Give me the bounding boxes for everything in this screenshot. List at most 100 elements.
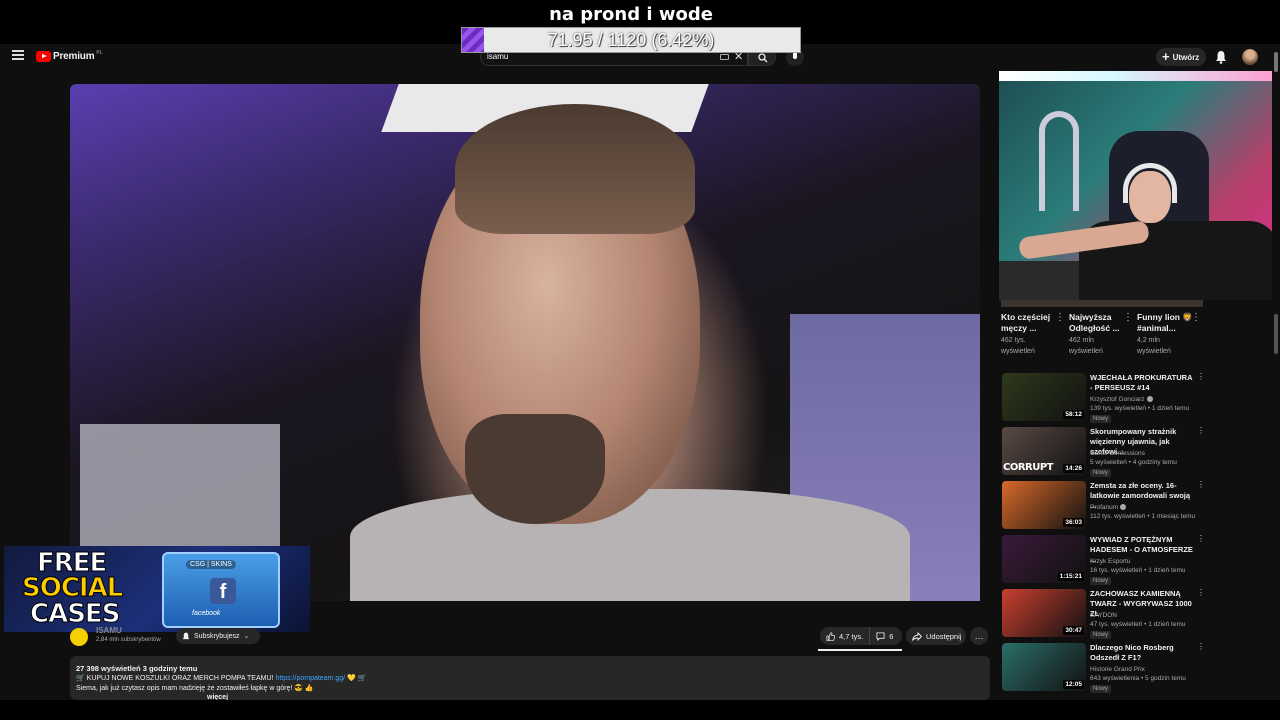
video-duration: 1:15:21: [1057, 572, 1084, 581]
like-button[interactable]: 4,7 tys.: [820, 627, 871, 645]
channel-name[interactable]: Profanum: [1090, 504, 1127, 511]
verified-icon: [1120, 504, 1127, 511]
screen: Premium PL isamu ✕ + Utwórz na prond i w…: [0, 0, 1280, 720]
channel-name-text: Cartel Confessions: [1090, 450, 1145, 457]
short-views: 462 tys.: [1001, 337, 1026, 344]
video-stats: 139 tys. wyświetleń • 1 dzień temu: [1090, 405, 1190, 412]
shorts-row: Kto częściej męczy ... 462 tys. wyświetl…: [1001, 312, 1203, 360]
video-thumbnail[interactable]: 1:15:21: [1002, 535, 1086, 583]
lamp: [1039, 111, 1079, 211]
channel-name-text: Historie Grand Prix: [1090, 666, 1145, 673]
description-link[interactable]: https://pompateam.gg/: [275, 675, 345, 682]
like-count: 4,7 tys.: [839, 631, 864, 641]
keyboard-icon[interactable]: [720, 54, 729, 60]
facebook-icon: f: [210, 578, 236, 604]
shorts-thumbnail-strip[interactable]: [1001, 300, 1203, 307]
led-strip: [999, 71, 1280, 81]
youtube-logo[interactable]: Premium PL: [36, 49, 103, 62]
video-stats: 47 tys. wyświetleń • 1 dzień temu: [1090, 621, 1186, 628]
video-thumbnail[interactable]: 12:05: [1002, 643, 1086, 691]
video-title[interactable]: Dlaczego Nico Rosberg Odszedł Z F1?: [1090, 643, 1194, 663]
recommendation-item[interactable]: 36:03 Zemsta za złe oceny. 16-latkowie za…: [1002, 481, 1205, 531]
more-options-icon[interactable]: ⋮: [1191, 313, 1201, 323]
channel-name-text: SAYDON: [1090, 612, 1117, 619]
share-label: Udostępnij: [926, 631, 962, 641]
ad-line-cases: CASES: [29, 599, 120, 630]
recommendation-item[interactable]: 1:15:21 WYWIAD Z POTĘŻNYM HADESEM - O ATM…: [1002, 535, 1205, 585]
new-badge: Nowy: [1090, 469, 1112, 477]
subscribe-label: Subskrybujesz: [194, 632, 240, 640]
more-actions-icon[interactable]: …: [970, 627, 988, 645]
channel-name[interactable]: ISAMU: [96, 626, 122, 635]
more-options-icon[interactable]: ⋮: [1197, 535, 1205, 543]
scrollbar-thumb-secondary[interactable]: [1274, 314, 1278, 354]
channel-name[interactable]: Krzyk Esportu: [1090, 558, 1130, 565]
streamer-webcam: [999, 71, 1280, 300]
more-options-icon[interactable]: ⋮: [1055, 313, 1065, 323]
more-options-icon[interactable]: ⋮: [1123, 313, 1133, 323]
video-thumbnail[interactable]: 58:12: [1002, 373, 1086, 421]
channel-row: ISAMU 2,84 mln subskrybentów Subskrybuje…: [70, 626, 990, 651]
recommendation-item[interactable]: 14:26 CORRUPT Skorumpowany strażnik więzie…: [1002, 427, 1205, 477]
video-description[interactable]: 27 398 wyświetleń 3 godziny temu 🛒 KUPUJ…: [70, 656, 990, 701]
search-icon: [758, 53, 768, 63]
subscribe-button[interactable]: Subskrybujesz ⌄: [176, 628, 260, 644]
video-stats: 5 wyświetleń • 4 godziny temu: [1090, 459, 1177, 466]
create-button[interactable]: + Utwórz: [1156, 48, 1206, 66]
recommendation-item[interactable]: 58:12 WJECHAŁA PROKURATURA - PERSEUSZ #14…: [1002, 373, 1205, 423]
video-player[interactable]: [70, 84, 980, 601]
more-options-icon[interactable]: ⋮: [1197, 427, 1205, 435]
channel-name[interactable]: Krzysztof Gonciarz: [1090, 396, 1153, 403]
more-options-icon[interactable]: ⋮: [1197, 589, 1205, 597]
more-options-icon[interactable]: ⋮: [1197, 373, 1205, 381]
avatar[interactable]: [1242, 49, 1258, 65]
channel-name-text: Krzyk Esportu: [1090, 558, 1131, 565]
video-thumbnail[interactable]: 36:03: [1002, 481, 1086, 529]
comments-button[interactable]: 6: [870, 632, 899, 641]
video-title[interactable]: WJECHAŁA PROKURATURA - PERSEUSZ #14: [1090, 373, 1194, 393]
short-views: 4,2 mln: [1137, 337, 1160, 344]
new-badge: Nowy: [1090, 631, 1112, 639]
comment-icon: [876, 631, 885, 641]
video-stats: 16 tys. wyświetleń • 1 dzień temu: [1090, 567, 1186, 574]
new-badge: Nowy: [1090, 577, 1112, 585]
goal-progress-text: 71.95 / 1120 (6.42%): [547, 30, 715, 50]
channel-name[interactable]: SAYDON: [1090, 612, 1117, 619]
share-button[interactable]: Udostępnij: [906, 627, 966, 645]
create-label: Utwórz: [1172, 52, 1200, 62]
more-options-icon[interactable]: ⋮: [1197, 481, 1205, 489]
description-stats: 27 398 wyświetleń 3 godziny temu: [76, 664, 198, 673]
description-line1-text: 🛒 KUPUJ NOWE KOSZULKI ORAZ MERCH POMPA T…: [76, 675, 274, 682]
more-options-icon[interactable]: ⋮: [1197, 643, 1205, 651]
menu-icon[interactable]: [12, 50, 24, 60]
region-label: PL: [96, 49, 103, 56]
ad-banner[interactable]: FREE SOCIAL CASES CSG | SKINS f facebook: [4, 546, 310, 632]
page-scrollbar[interactable]: [1272, 44, 1280, 700]
thumbnail-caption: CORRUPT: [1003, 462, 1054, 473]
video-thumbnail[interactable]: 14:26 CORRUPT: [1002, 427, 1086, 475]
channel-avatar[interactable]: [70, 628, 88, 646]
bottom-letterbox: [0, 700, 1280, 720]
short-item[interactable]: Najwyższa Odległość ... 462 mln wyświetl…: [1069, 312, 1133, 357]
short-item[interactable]: Funny lion 🦁 #animal... 4,2 mln wyświetl…: [1137, 312, 1201, 357]
video-stats: 643 wyświetlenia • 5 godzin temu: [1090, 675, 1186, 682]
short-item[interactable]: Kto częściej męczy ... 462 tys. wyświetl…: [1001, 312, 1065, 357]
donation-goal-bar: 71.95 / 1120 (6.42%): [461, 27, 801, 53]
short-views-suffix: wyświetleń: [1001, 348, 1035, 355]
short-title: Funny lion 🦁 #animal...: [1137, 312, 1193, 333]
bell-icon[interactable]: [1215, 50, 1227, 64]
channel-name[interactable]: Historie Grand Prix: [1090, 666, 1145, 673]
share-icon: [912, 631, 922, 641]
description-line2: Siema, jak już czytasz opis mam nadzieję…: [76, 685, 314, 692]
ad-tag: CSG | SKINS: [186, 560, 236, 569]
scrollbar-thumb[interactable]: [1274, 52, 1278, 72]
video-thumbnail[interactable]: 30:47: [1002, 589, 1086, 637]
channel-name-text: Krzysztof Gonciarz: [1090, 396, 1145, 403]
bell-icon: [182, 632, 190, 639]
subscriber-count: 2,84 mln subskrybentów: [96, 637, 161, 643]
case-box-image: CSG | SKINS f facebook: [162, 552, 280, 628]
channel-name[interactable]: Cartel Confessions: [1090, 450, 1145, 457]
video-duration: 30:47: [1063, 626, 1084, 635]
recommendation-item[interactable]: 30:47 ZACHOWASZ KAMIENNĄ TWARZ - WYGRYWAS…: [1002, 589, 1205, 639]
recommendation-item[interactable]: 12:05 Dlaczego Nico Rosberg Odszedł Z F1?…: [1002, 643, 1205, 693]
